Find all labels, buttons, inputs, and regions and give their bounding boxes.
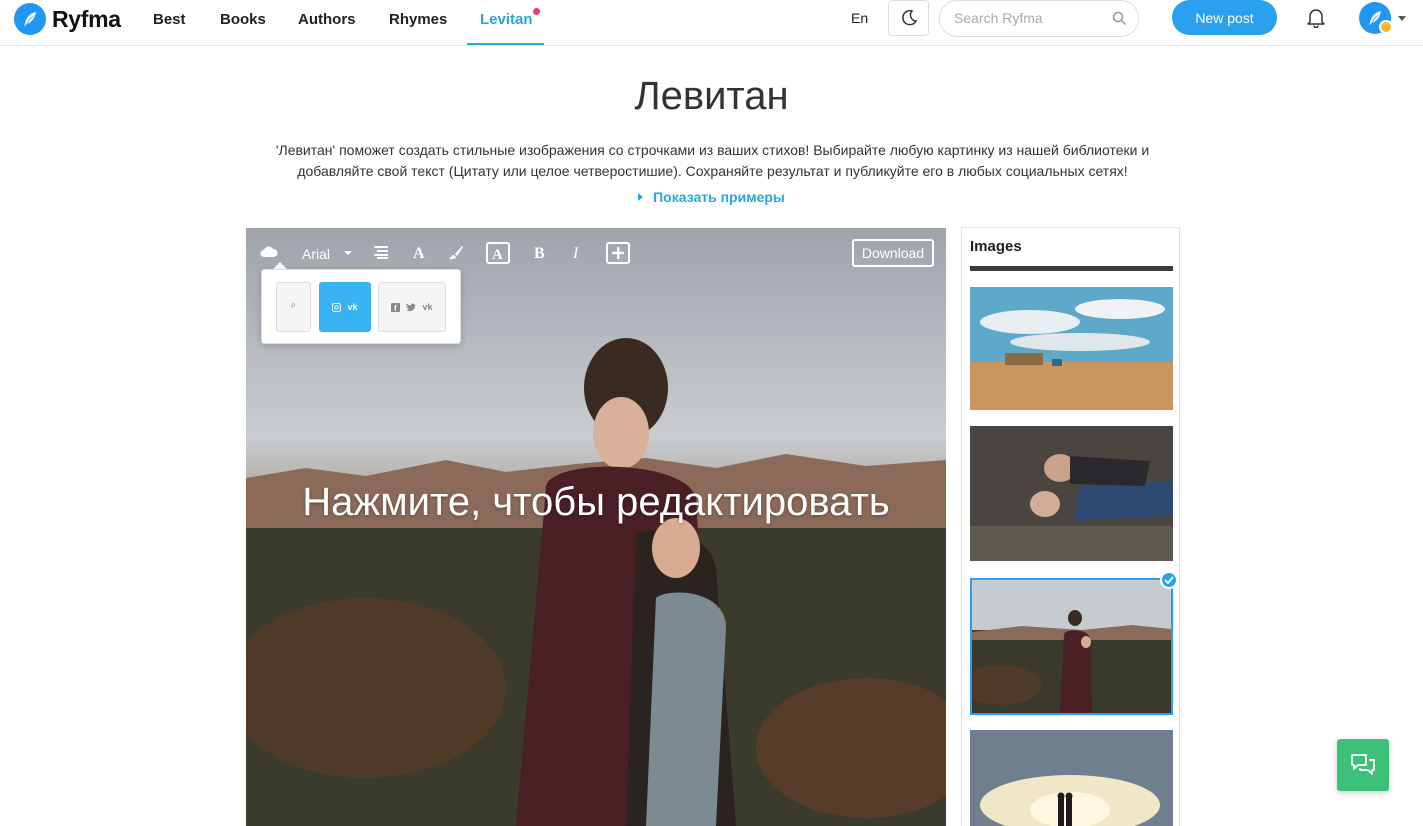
search-box xyxy=(939,0,1139,37)
nav-best[interactable]: Best xyxy=(153,11,186,28)
images-panel: Images xyxy=(961,227,1180,826)
logo[interactable]: Ryfma xyxy=(14,3,121,35)
moon-icon xyxy=(901,9,917,26)
text-size-icon[interactable]: A xyxy=(412,244,426,260)
search-input[interactable] xyxy=(954,10,1104,26)
star-badge-icon xyxy=(1379,20,1393,34)
text-box-icon[interactable]: A xyxy=(486,242,510,264)
editable-overlay-text[interactable]: Нажмите, чтобы редактировать xyxy=(246,480,946,525)
caret-right-icon xyxy=(638,193,644,201)
active-tab-indicator xyxy=(467,43,544,45)
svg-text:B: B xyxy=(534,245,545,260)
selected-check-icon xyxy=(1160,571,1178,589)
pinterest-icon: ᴾ xyxy=(291,302,296,312)
bold-icon[interactable]: B xyxy=(533,244,547,260)
image-thumbnail[interactable] xyxy=(970,730,1173,826)
facebook-icon: f xyxy=(391,302,401,312)
nav-levitan[interactable]: Levitan xyxy=(480,11,533,28)
instagram-icon xyxy=(332,302,342,312)
add-icon[interactable] xyxy=(606,242,630,264)
nav-rhymes[interactable]: Rhymes xyxy=(389,11,447,28)
cloud-icon[interactable] xyxy=(260,245,278,259)
images-panel-title: Images xyxy=(970,238,1022,255)
show-examples-link[interactable]: Показать примеры xyxy=(0,189,1423,205)
top-navbar: Ryfma Best Books Authors Rhymes Levitan … xyxy=(0,0,1423,46)
notification-dot xyxy=(533,8,540,15)
vk-icon: vk xyxy=(347,302,358,312)
search-icon[interactable] xyxy=(1112,11,1127,26)
bell-icon[interactable] xyxy=(1305,6,1327,28)
image-thumbnail-selected[interactable] xyxy=(970,578,1173,715)
image-thumbnail[interactable] xyxy=(970,426,1173,561)
chat-icon xyxy=(1351,754,1375,775)
chevron-down-icon[interactable] xyxy=(344,251,352,255)
svg-text:A: A xyxy=(492,247,503,263)
svg-text:A: A xyxy=(413,245,425,260)
image-thumbnail[interactable] xyxy=(970,266,1173,271)
svg-text:I: I xyxy=(572,245,579,260)
new-post-button[interactable]: New post xyxy=(1172,0,1277,35)
format-pinterest[interactable]: ᴾ xyxy=(276,282,311,332)
align-icon[interactable] xyxy=(374,246,388,259)
italic-icon[interactable]: I xyxy=(571,244,583,260)
nav-authors[interactable]: Authors xyxy=(298,11,356,28)
download-button[interactable]: Download xyxy=(852,239,934,267)
twitter-icon xyxy=(406,303,417,311)
chat-button[interactable] xyxy=(1337,739,1389,791)
brush-icon[interactable] xyxy=(448,245,464,261)
font-select[interactable]: Arial xyxy=(302,246,330,262)
format-instagram-vk[interactable]: vk xyxy=(319,282,371,332)
image-thumbnail[interactable] xyxy=(970,287,1173,410)
page-title: Левитан xyxy=(634,74,789,118)
page-intro: 'Левитан' поможет создать стильные изобр… xyxy=(275,142,1150,179)
format-popover: ᴾ vk f vk xyxy=(261,269,461,344)
feather-icon xyxy=(14,3,46,35)
nav-books[interactable]: Books xyxy=(220,11,266,28)
format-facebook-twitter-vk[interactable]: f vk xyxy=(378,282,446,332)
dark-mode-toggle[interactable] xyxy=(888,0,929,36)
svg-text:f: f xyxy=(394,304,397,312)
vk-icon: vk xyxy=(422,302,433,312)
chevron-down-icon[interactable] xyxy=(1398,16,1406,21)
brand-name: Ryfma xyxy=(52,5,121,32)
language-switch[interactable]: En xyxy=(851,10,868,26)
show-examples-label: Показать примеры xyxy=(653,189,785,205)
